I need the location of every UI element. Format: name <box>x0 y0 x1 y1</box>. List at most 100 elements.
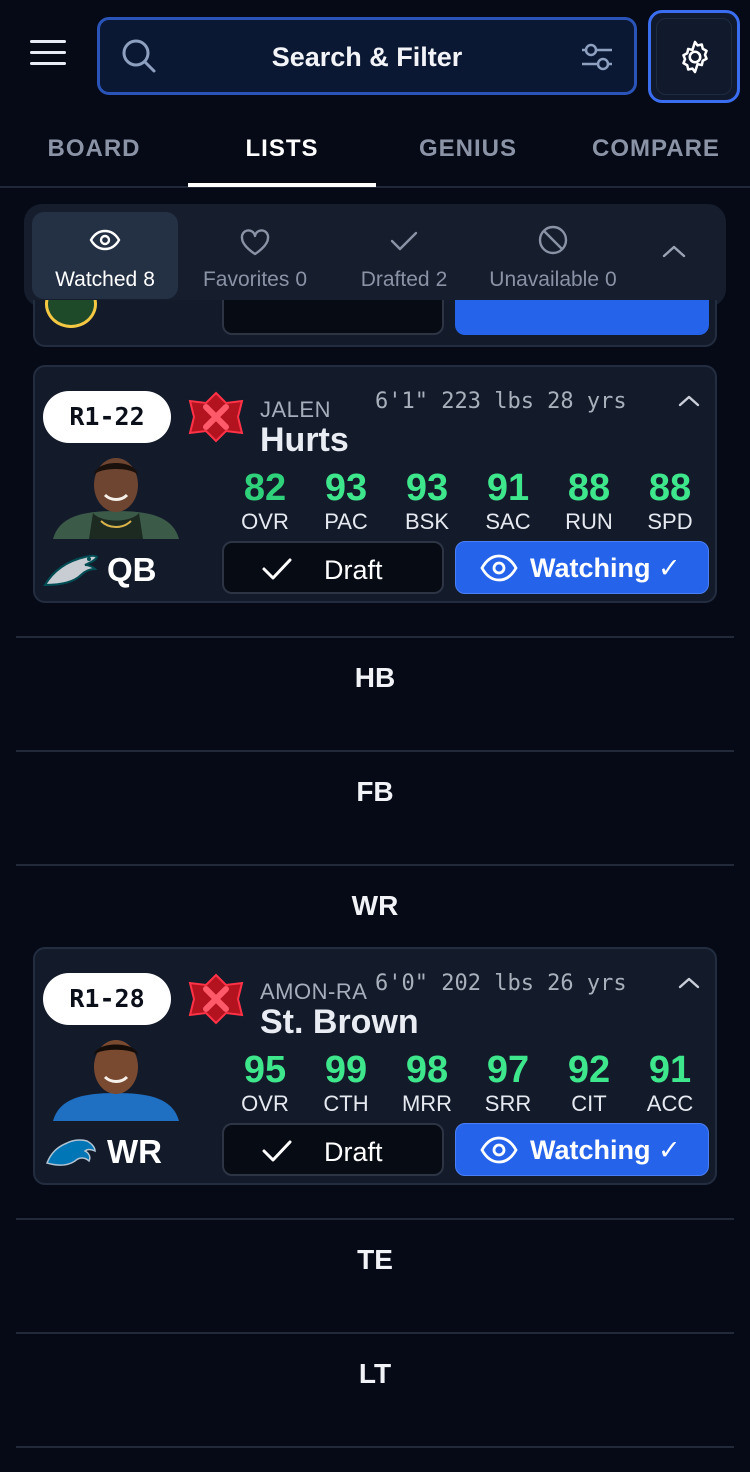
stat-label: BSK <box>404 509 450 534</box>
tab-lists[interactable]: LISTS <box>188 135 376 163</box>
filter-count: 8 <box>143 268 155 291</box>
player-measurements: 6'0" 202 lbs 26 yrs <box>375 971 627 996</box>
divider <box>16 1446 734 1448</box>
filter-watched[interactable]: Watched 8 <box>32 212 178 299</box>
tab-genius[interactable]: GENIUS <box>374 135 562 163</box>
top-bar: Search & Filter <box>0 0 750 110</box>
stat-ovr: 95 OVR <box>225 1049 305 1117</box>
position-section-hb[interactable]: HB <box>16 636 734 750</box>
stat-label: SAC <box>485 509 531 534</box>
draft-button[interactable] <box>222 300 444 335</box>
filter-drafted[interactable]: Drafted 2 <box>336 212 472 299</box>
filter-favorites[interactable]: Favorites 0 <box>184 212 326 299</box>
stat-value: 93 <box>405 467 449 509</box>
draft-label: Draft <box>324 1137 383 1167</box>
tab-compare[interactable]: COMPARE <box>562 135 750 163</box>
settings-button[interactable] <box>648 10 740 103</box>
stat-label: CIT <box>571 1091 607 1116</box>
ban-icon <box>538 225 568 255</box>
search-label: Search & Filter <box>271 42 463 72</box>
stat-value: 99 <box>324 1049 368 1091</box>
stat-ovr: 82 OVR <box>225 467 305 535</box>
player-measurements: 6'1" 223 lbs 28 yrs <box>375 389 627 414</box>
position-section-lt[interactable]: LT <box>16 1332 734 1446</box>
stat-value: 91 <box>486 467 530 509</box>
player-card[interactable]: R1-28 WR AMON-RA St. Brown 6'0" 202 lbs … <box>33 947 717 1185</box>
filter-label: Favorites <box>202 268 290 291</box>
list-filter-bar: Watched 8 Favorites 0 Drafted 2 Unavailable… <box>24 204 726 307</box>
position-label: QB <box>107 551 157 588</box>
eye-icon <box>89 229 121 251</box>
filter-label: Watched <box>55 268 138 291</box>
chevron-up-icon[interactable] <box>660 242 688 260</box>
stat-label: RUN <box>565 509 613 534</box>
sliders-icon[interactable] <box>580 40 614 74</box>
watching-button[interactable]: Watching ✓ <box>455 1123 709 1176</box>
player-first-name: AMON-RA <box>260 979 368 1004</box>
player-card-partial <box>33 300 717 347</box>
stat-label: OVR <box>241 1091 289 1116</box>
filter-count: 2 <box>435 268 448 291</box>
search-filter-button[interactable]: Search & Filter <box>97 17 637 95</box>
draft-button[interactable]: Draft <box>222 541 444 594</box>
player-headshot <box>53 1033 179 1121</box>
active-tab-indicator <box>188 183 376 187</box>
eye-icon <box>480 554 518 582</box>
check-icon <box>262 558 292 580</box>
stat: 91 SAC <box>468 467 548 535</box>
player-first-name: JALEN <box>260 397 331 422</box>
stat: 98 MRR <box>387 1049 467 1117</box>
stat-value: 95 <box>243 1049 287 1091</box>
section-title: WR <box>351 890 399 921</box>
stat: 88 SPD <box>630 467 710 535</box>
filter-count: 0 <box>295 268 308 291</box>
stat: 93 BSK <box>387 467 467 535</box>
stat-label: PAC <box>324 509 368 534</box>
filter-unavailable[interactable]: Unavailable 0 <box>474 212 632 299</box>
team-logo <box>45 300 97 328</box>
stat: 97 SRR <box>468 1049 548 1117</box>
tab-bar: BOARD LISTS GENIUS COMPARE <box>0 110 750 188</box>
stat-label: CTH <box>323 1091 369 1116</box>
stat-value: 82 <box>243 467 287 509</box>
stat-label: OVR <box>241 509 289 534</box>
section-title: LT <box>358 1358 392 1389</box>
pick-badge: R1-28 <box>43 973 171 1025</box>
eagles-logo-icon <box>43 554 99 587</box>
chevron-up-icon[interactable] <box>677 975 701 991</box>
menu-icon[interactable] <box>30 40 66 70</box>
watching-button[interactable] <box>455 300 709 335</box>
chevron-up-icon[interactable] <box>677 393 701 409</box>
gear-icon <box>682 40 708 74</box>
player-last-name: St. Brown <box>260 1003 419 1041</box>
player-headshot <box>53 451 179 539</box>
pick-badge: R1-22 <box>43 391 171 443</box>
position-section-fb[interactable]: FB <box>16 750 734 864</box>
filter-label: Unavailable <box>489 268 600 291</box>
section-title: TE <box>357 1244 393 1275</box>
stat: 99 CTH <box>306 1049 386 1117</box>
stat: 91 ACC <box>630 1049 710 1117</box>
x-factor-icon <box>188 973 244 1025</box>
stat-label: MRR <box>401 1091 453 1116</box>
stat-value: 93 <box>324 467 368 509</box>
filter-label: Drafted <box>360 268 430 291</box>
stat-value: 88 <box>567 467 611 509</box>
stat-value: 88 <box>648 467 692 509</box>
watching-button[interactable]: Watching ✓ <box>455 541 709 594</box>
x-factor-icon <box>188 391 244 443</box>
filter-count: 0 <box>605 268 617 291</box>
stat: 93 PAC <box>306 467 386 535</box>
check-icon <box>262 1140 292 1162</box>
position-section-te[interactable]: TE <box>16 1218 734 1332</box>
eye-icon <box>480 1136 518 1164</box>
stat-label: SPD <box>647 509 693 534</box>
section-title: FB <box>356 776 394 807</box>
draft-label: Draft <box>324 555 383 585</box>
watching-label: Watching ✓ <box>530 1135 681 1165</box>
stat-label: ACC <box>646 1091 694 1116</box>
tab-board[interactable]: BOARD <box>0 135 188 163</box>
player-card[interactable]: R1-22 QB JALEN Hurts 6'1" 223 lbs 28 yrs… <box>33 365 717 603</box>
draft-button[interactable]: Draft <box>222 1123 444 1176</box>
position-label: WR <box>107 1133 162 1170</box>
